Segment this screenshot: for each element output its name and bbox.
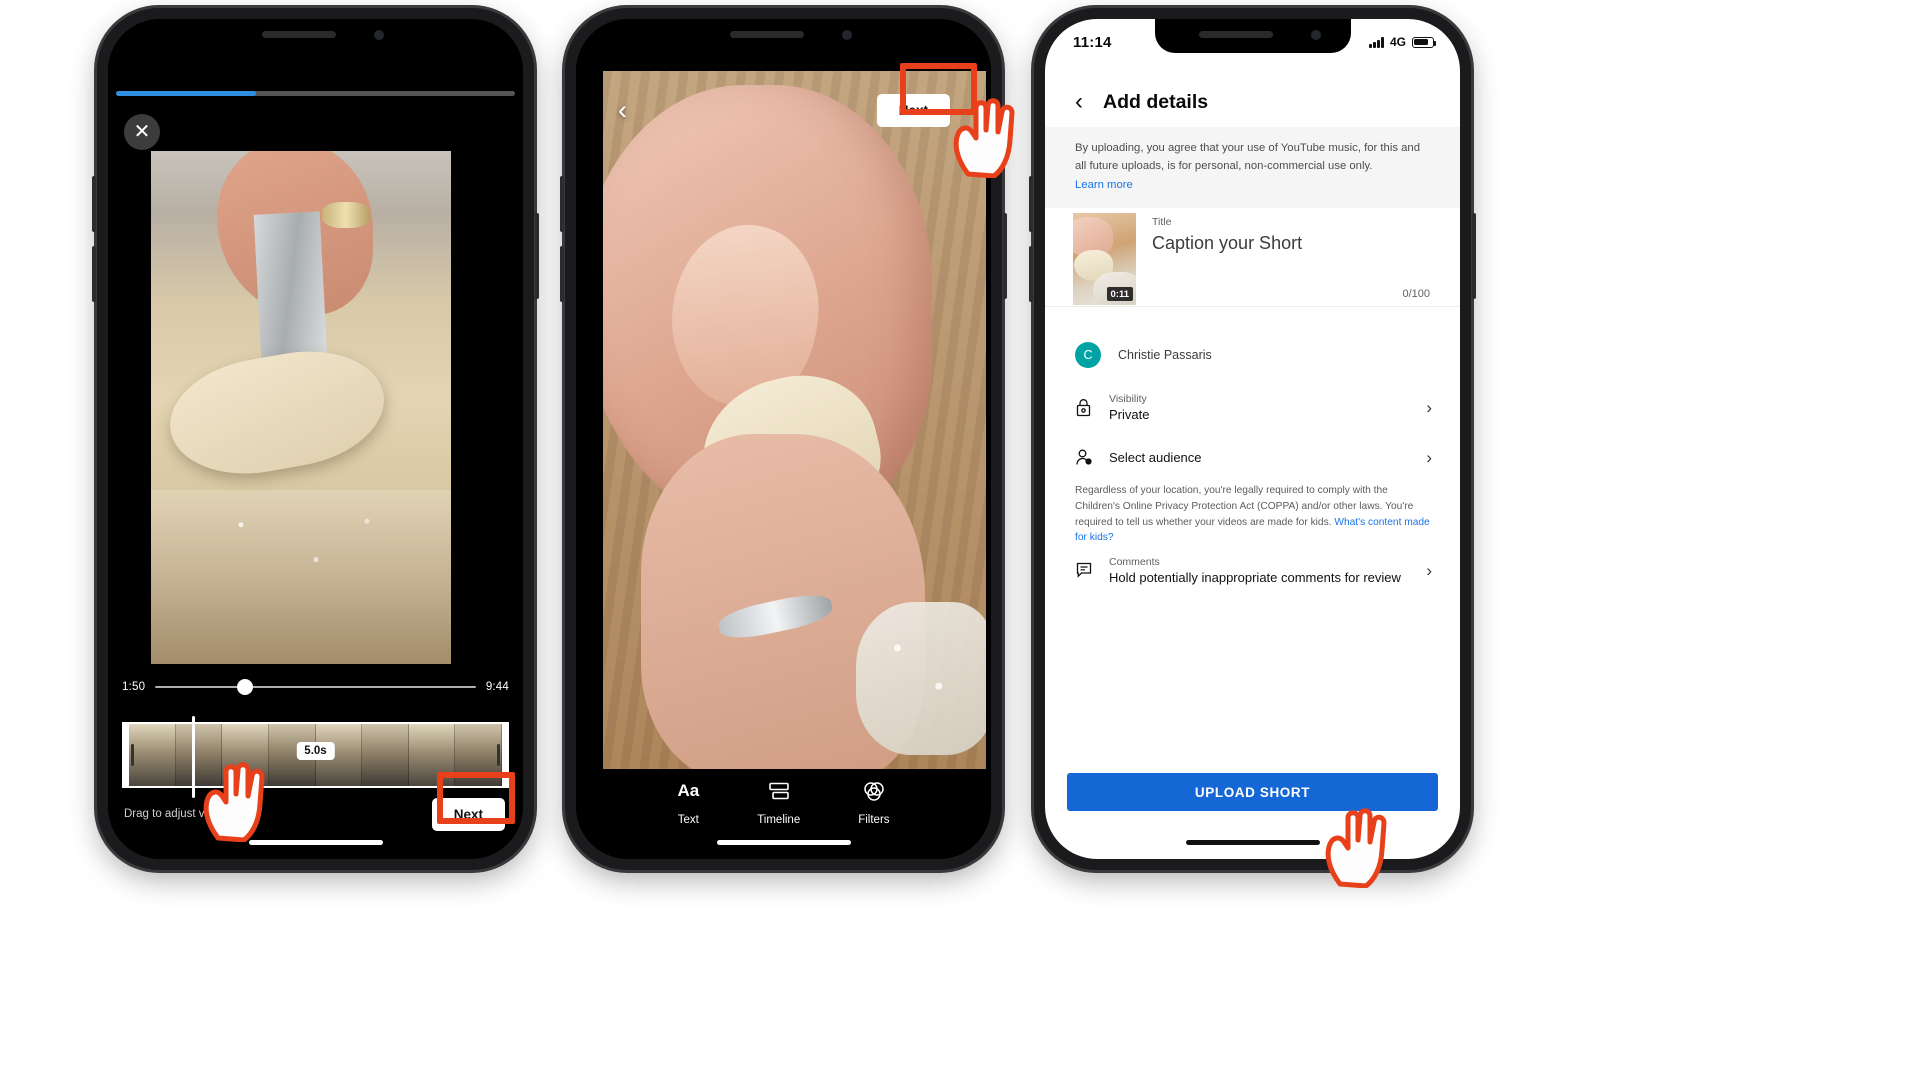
chevron-right-icon: › (1426, 447, 1432, 467)
phone-1-trim-editor: ✕ 1:50 9:44 5.0s Drag to adjust video Ne… (92, 8, 539, 870)
phone-2-preview-editor: ‹ Next Aa Text Timeline Filters (560, 8, 1007, 870)
highlight-box-next-1 (437, 772, 515, 824)
coppa-notice: Regardless of your location, you're lega… (1045, 483, 1460, 546)
pointer-cursor-1 (203, 762, 265, 842)
account-row[interactable]: C Christie Passaris (1045, 329, 1460, 381)
back-button[interactable]: ‹ (618, 97, 627, 124)
close-icon: ✕ (133, 121, 151, 143)
tool-timeline-label: Timeline (757, 814, 801, 826)
title-input[interactable]: Caption your Short (1152, 233, 1430, 254)
front-camera (373, 30, 384, 40)
earpiece-speaker (1198, 31, 1273, 38)
volume-down-button[interactable] (1029, 246, 1033, 302)
front-camera (1310, 30, 1321, 40)
comments-label: Comments (1109, 555, 1160, 568)
phone-1-screen: ✕ 1:50 9:44 5.0s Drag to adjust video Ne… (108, 19, 523, 859)
learn-more-link[interactable]: Learn more (1075, 179, 1133, 191)
visibility-value: Private (1109, 406, 1150, 422)
filmstrip-frame (129, 724, 176, 786)
account-name: Christie Passaris (1118, 348, 1212, 362)
volume-up-button[interactable] (560, 176, 564, 232)
comments-value: Hold potentially inappropriate comments … (1109, 569, 1401, 585)
banner-text: By uploading, you agree that your use of… (1075, 142, 1420, 172)
back-button[interactable]: ‹ (1075, 90, 1083, 114)
scrubber-handle[interactable] (236, 679, 253, 695)
volume-up-button[interactable] (92, 176, 96, 232)
front-camera (841, 30, 852, 40)
volume-down-button[interactable] (560, 246, 564, 302)
clip-duration-badge: 5.0s (296, 742, 335, 760)
scrubber-end-time: 9:44 (485, 681, 509, 693)
visibility-label: Visibility (1109, 392, 1147, 405)
timeline-icon (768, 779, 790, 803)
preview-bracelet (322, 202, 370, 228)
pointer-cursor-2 (953, 98, 1015, 178)
scrubber-row: 1:50 9:44 (108, 679, 523, 695)
tool-text[interactable]: Aa Text (677, 779, 699, 826)
filters-icon (862, 779, 886, 803)
close-button[interactable]: ✕ (124, 114, 160, 150)
home-indicator (716, 840, 851, 845)
preview-dough (160, 338, 394, 487)
tool-filters-label: Filters (858, 814, 890, 826)
trim-handle-left[interactable] (131, 744, 134, 766)
trim-handle-right[interactable] (497, 744, 500, 766)
video-thumbnail[interactable]: 0:11 (1073, 213, 1136, 305)
tool-filters[interactable]: Filters (858, 779, 890, 826)
earpiece-speaker (729, 31, 804, 38)
tool-text-label: Text (677, 814, 699, 826)
visibility-row[interactable]: Visibility Private › (1045, 381, 1460, 433)
chevron-right-icon: › (1426, 560, 1432, 580)
phone-3-add-details: 11:14 4G ‹ Add details By uploading, you… (1029, 8, 1476, 870)
audience-label: Select audience (1109, 449, 1202, 465)
page-title: Add details (1103, 90, 1209, 113)
home-indicator (1185, 840, 1320, 845)
scrubber-start-time: 1:50 (122, 681, 146, 693)
phone-notch (217, 19, 414, 53)
scrubber-track[interactable] (155, 679, 476, 695)
chevron-right-icon: › (1426, 397, 1432, 417)
phone-2-screen: ‹ Next Aa Text Timeline Filters (576, 19, 991, 859)
preview-flour-surface (151, 489, 451, 664)
phone-notch (685, 19, 882, 53)
status-time: 11:14 (1073, 33, 1112, 51)
tutorial-screenshot: ✕ 1:50 9:44 5.0s Drag to adjust video Ne… (0, 0, 1920, 1080)
phone-3-screen: 11:14 4G ‹ Add details By uploading, you… (1045, 19, 1460, 859)
power-button[interactable] (1472, 213, 1476, 299)
music-usage-banner: By uploading, you agree that your use of… (1045, 127, 1460, 208)
power-button[interactable] (1003, 213, 1007, 299)
lock-icon (1075, 398, 1103, 417)
volume-down-button[interactable] (92, 246, 96, 302)
thumbnail-duration-badge: 0:11 (1106, 287, 1133, 301)
editor-toolbar: Aa Text Timeline Filters (576, 779, 991, 826)
filmstrip-playhead[interactable] (192, 716, 195, 798)
preview-lace-fabric (855, 601, 986, 756)
avatar: C (1075, 342, 1101, 368)
battery-icon (1412, 36, 1437, 48)
title-char-counter: 0/100 (1402, 288, 1430, 300)
pointer-cursor-3 (1325, 808, 1387, 888)
signal-icon (1369, 36, 1384, 48)
comment-icon (1075, 561, 1103, 579)
earpiece-speaker (261, 31, 336, 38)
video-preview[interactable] (151, 151, 451, 664)
network-type-label: 4G (1389, 35, 1406, 49)
title-field-label: Title (1152, 216, 1172, 228)
phone-notch (1154, 19, 1351, 53)
page-header: ‹ Add details (1045, 79, 1460, 125)
power-button[interactable] (535, 213, 539, 299)
text-icon: Aa (677, 781, 700, 800)
comments-row[interactable]: Comments Hold potentially inappropriate … (1045, 544, 1460, 596)
volume-up-button[interactable] (1029, 176, 1033, 232)
video-preview[interactable] (603, 71, 986, 769)
audience-row[interactable]: Select audience › (1045, 431, 1460, 483)
title-section: 0:11 Title Caption your Short 0/100 (1045, 205, 1460, 307)
upload-progress-bar (116, 91, 515, 96)
person-add-icon (1075, 448, 1103, 467)
filmstrip-frame (362, 724, 409, 786)
upload-progress-fill (116, 91, 256, 96)
tool-timeline[interactable]: Timeline (757, 779, 800, 826)
